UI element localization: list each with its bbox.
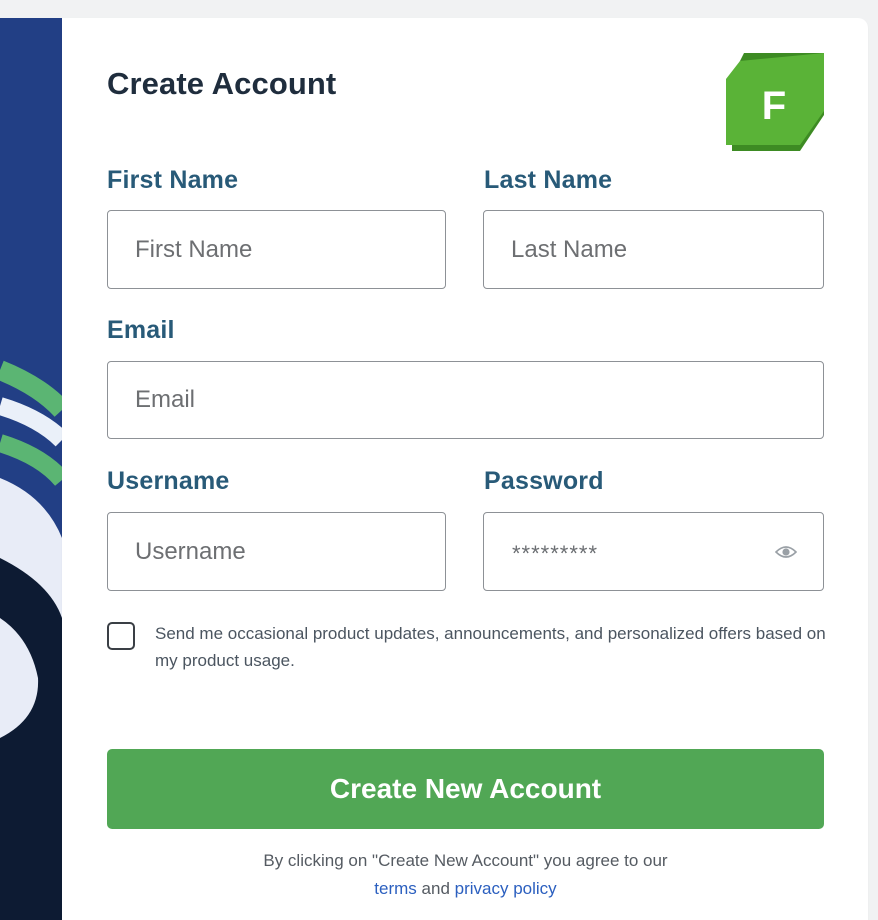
email-input[interactable] [108,362,823,438]
email-field[interactable] [107,361,824,439]
password-field[interactable]: ********* [483,512,824,591]
signup-card: Create Account F First Name Last Name Em… [62,18,868,920]
create-account-button[interactable]: Create New Account [107,749,824,829]
terms-link[interactable]: terms [374,879,417,898]
logo-letter: F [762,84,786,128]
first-name-input[interactable] [108,211,445,288]
brand-logo: F [726,53,824,151]
privacy-policy-link[interactable]: privacy policy [455,879,557,898]
eye-icon[interactable] [775,542,797,562]
first-name-field[interactable] [107,210,446,289]
legal-and-text: and [421,879,450,898]
legal-notice: By clicking on "Create New Account" you … [107,847,824,903]
email-label: Email [107,316,175,344]
last-name-input[interactable] [484,211,823,288]
password-label: Password [484,467,604,495]
username-field[interactable] [107,512,446,591]
decorative-side-panel [0,18,62,920]
username-label: Username [107,467,230,495]
signup-page: Create Account F First Name Last Name Em… [0,0,878,920]
last-name-field[interactable] [483,210,824,289]
marketing-consent-checkbox[interactable] [107,622,135,650]
page-title: Create Account [107,66,337,101]
legal-links-line: terms and privacy policy [107,875,824,903]
password-value: ********* [512,541,599,566]
marketing-consent-text: Send me occasional product updates, anno… [155,624,826,670]
decorative-illustration [0,360,62,920]
username-input[interactable] [108,513,445,590]
first-name-label: First Name [107,166,239,194]
last-name-label: Last Name [484,166,613,194]
legal-prefix: By clicking on "Create New Account" you … [263,851,668,870]
